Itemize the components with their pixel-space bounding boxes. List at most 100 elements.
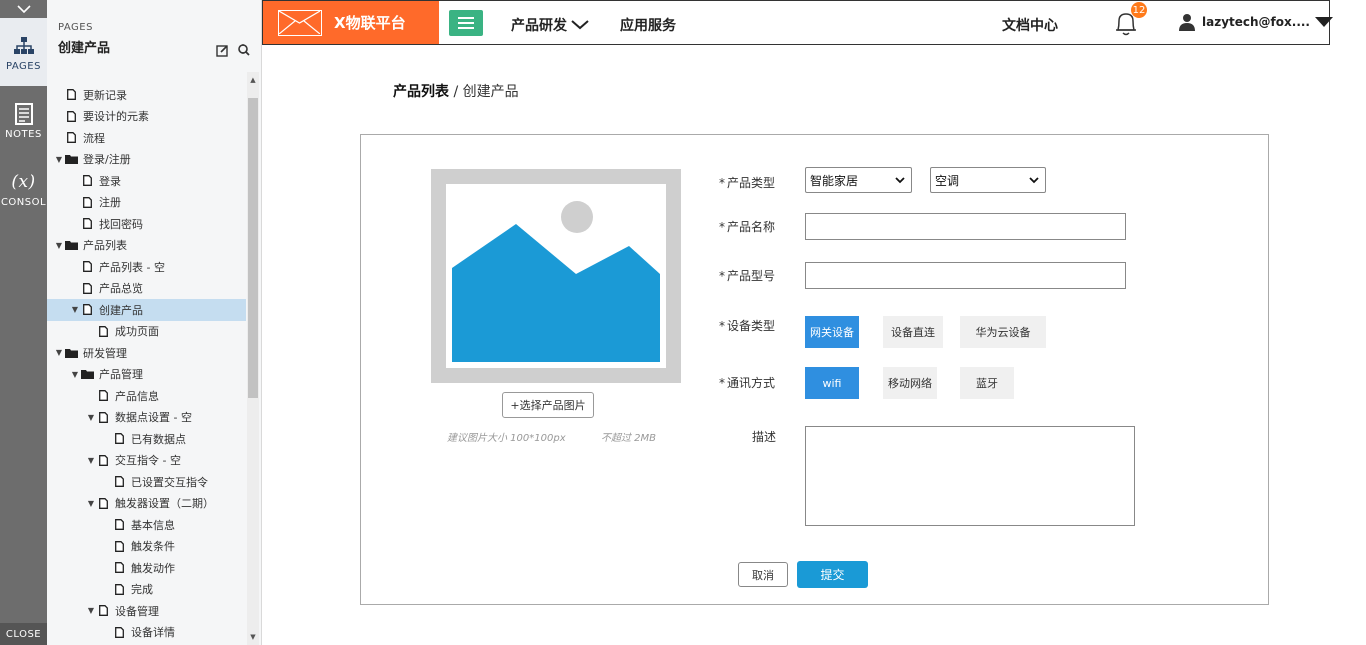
- tree-page[interactable]: 注册: [47, 192, 246, 214]
- sitemap-icon: [13, 33, 35, 59]
- brand-block[interactable]: X物联平台: [263, 1, 439, 44]
- comm-mobile-network[interactable]: 移动网络: [883, 367, 937, 399]
- tree-page[interactable]: 设备详情: [47, 622, 246, 644]
- tree-page[interactable]: 找回密码: [47, 213, 246, 235]
- select-caret-icon: [895, 177, 905, 184]
- expand-arrow-icon[interactable]: ▼: [85, 456, 97, 465]
- edit-page-icon[interactable]: [216, 42, 229, 61]
- tree-item-label: 产品总览: [99, 282, 143, 296]
- tree-page[interactable]: 产品信息: [47, 385, 246, 407]
- tree-folder[interactable]: ▼ 登录/注册: [47, 149, 246, 171]
- page-icon: [113, 433, 126, 445]
- scroll-thumb[interactable]: [248, 98, 258, 398]
- breadcrumb-separator: /: [449, 84, 463, 100]
- tree-page[interactable]: ▼ 设备管理: [47, 600, 246, 622]
- tree-item-label: 产品列表 - 空: [99, 260, 165, 274]
- description-label: 描述: [752, 430, 777, 444]
- tree-item-label: 要设计的元素: [83, 110, 149, 124]
- tree-item-label: 产品管理: [99, 368, 143, 382]
- expand-arrow-icon[interactable]: ▼: [53, 155, 65, 164]
- tree-page[interactable]: ▼ 交互指令 - 空: [47, 450, 246, 472]
- breadcrumb-parent[interactable]: 产品列表: [393, 84, 449, 100]
- page-icon: [81, 282, 94, 294]
- scroll-up-arrow-icon[interactable]: ▲: [247, 74, 259, 86]
- tree-page[interactable]: ▼ 数据点设置 - 空: [47, 407, 246, 429]
- tree-page[interactable]: 成功页面: [47, 321, 246, 343]
- device-type-direct[interactable]: 设备直连: [883, 316, 943, 348]
- description-textarea[interactable]: [805, 426, 1135, 526]
- tree-item-label: 设备详情: [131, 626, 175, 640]
- nav-product-dev[interactable]: 产品研发: [511, 15, 589, 35]
- logo-placeholder-icon: [278, 9, 322, 36]
- rail-console-button[interactable]: (x) CONSOL: [0, 154, 47, 222]
- tree-item-label: 登录: [99, 174, 121, 188]
- comm-bluetooth[interactable]: 蓝牙: [960, 367, 1014, 399]
- tree-folder[interactable]: ▼ 产品管理: [47, 364, 246, 386]
- hamburger-menu-button[interactable]: [449, 10, 483, 36]
- tree-page[interactable]: 流程: [47, 127, 246, 149]
- tree-page[interactable]: 完成: [47, 579, 246, 601]
- tree-page[interactable]: 已设置交互指令: [47, 471, 246, 493]
- tree-page[interactable]: 已有数据点: [47, 428, 246, 450]
- tree-page[interactable]: 更新记录: [47, 84, 246, 106]
- submit-button[interactable]: 提交: [797, 561, 868, 588]
- folder-icon: [65, 154, 78, 165]
- page-icon: [81, 261, 94, 273]
- nav-docs[interactable]: 文档中心: [1002, 15, 1058, 35]
- expand-arrow-icon[interactable]: ▼: [85, 499, 97, 508]
- tree-page[interactable]: ▼ 触发器设置（二期）: [47, 493, 246, 515]
- tree-folder[interactable]: ▼ 研发管理: [47, 342, 246, 364]
- expand-arrow-icon[interactable]: ▼: [53, 348, 65, 357]
- pages-caption: PAGES: [58, 22, 93, 33]
- expand-arrow-icon[interactable]: ▼: [69, 305, 81, 314]
- tree-page[interactable]: 触发条件: [47, 536, 246, 558]
- page-icon: [113, 583, 126, 595]
- expand-arrow-icon[interactable]: ▼: [85, 606, 97, 615]
- scroll-down-arrow-icon[interactable]: ▼: [247, 631, 259, 643]
- image-placeholder-icon: [452, 201, 660, 362]
- rail-notes-button[interactable]: NOTES: [0, 86, 47, 154]
- product-type-select[interactable]: 智能家居: [805, 167, 912, 193]
- tree-page[interactable]: ▼ 创建产品: [47, 299, 246, 321]
- select-caret-icon: [1029, 177, 1039, 184]
- product-type-label: * 产品类型: [719, 176, 776, 190]
- caret-down-icon: [1315, 17, 1333, 27]
- tree-page[interactable]: 触发动作: [47, 557, 246, 579]
- choose-image-button[interactable]: +选择产品图片: [502, 392, 594, 418]
- search-page-icon[interactable]: [237, 42, 251, 61]
- breadcrumb: 产品列表 / 创建产品: [393, 81, 519, 101]
- tree-folder[interactable]: ▼ 产品列表: [47, 235, 246, 257]
- notes-icon: [14, 101, 34, 127]
- comm-wifi[interactable]: wifi: [805, 367, 859, 399]
- expand-arrow-icon[interactable]: ▼: [53, 241, 65, 250]
- product-subtype-select[interactable]: 空调: [930, 167, 1046, 193]
- expand-arrow-icon[interactable]: ▼: [69, 370, 81, 379]
- tree-item-label: 设备管理: [115, 604, 159, 618]
- rail-pages-button[interactable]: PAGES: [0, 18, 47, 86]
- tree-page[interactable]: 基本信息: [47, 514, 246, 536]
- product-image-placeholder: [431, 169, 681, 383]
- tree-item-label: 更新记录: [83, 88, 127, 102]
- user-menu[interactable]: lazytech@fox....: [1178, 13, 1333, 31]
- tree-page[interactable]: 产品列表 - 空: [47, 256, 246, 278]
- page-icon: [97, 325, 110, 337]
- tree-page[interactable]: 要设计的元素: [47, 106, 246, 128]
- collapse-chevron-icon[interactable]: [0, 0, 47, 18]
- pages-header: PAGES 创建产品: [47, 0, 261, 72]
- tree-item-label: 数据点设置 - 空: [115, 411, 192, 425]
- tree-page[interactable]: 产品总览: [47, 278, 246, 300]
- device-type-gateway[interactable]: 网关设备: [805, 316, 859, 348]
- tree-page[interactable]: 登录: [47, 170, 246, 192]
- device-type-huawei-cloud[interactable]: 华为云设备: [960, 316, 1046, 348]
- product-type-value: 智能家居: [810, 173, 859, 188]
- product-model-input[interactable]: [805, 262, 1126, 289]
- cancel-button[interactable]: 取消: [738, 562, 788, 587]
- tree-item-label: 产品信息: [115, 389, 159, 403]
- close-panel-button[interactable]: CLOSE: [0, 623, 47, 645]
- product-name-input[interactable]: [805, 213, 1126, 240]
- nav-app-service[interactable]: 应用服务: [620, 15, 676, 35]
- left-rail: PAGES NOTES (x) CONSOL CLOSE: [0, 0, 47, 645]
- expand-arrow-icon[interactable]: ▼: [85, 413, 97, 422]
- tree-scrollbar[interactable]: ▲ ▼: [247, 72, 259, 645]
- folder-icon: [81, 369, 94, 380]
